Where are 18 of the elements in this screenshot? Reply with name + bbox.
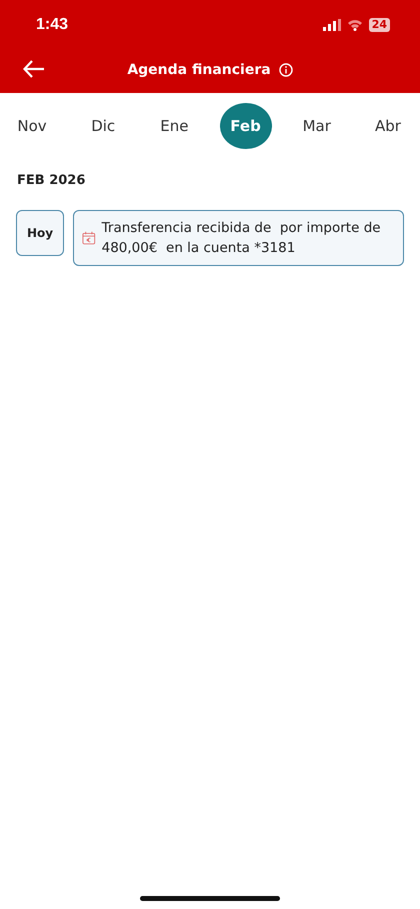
month-tab[interactable]: Mar [290,103,343,149]
signal-icon [322,19,341,31]
back-arrow-icon [23,60,45,78]
battery-level: 24 [368,18,390,32]
wifi-icon [346,19,363,31]
status-time: 1:43 [36,16,68,34]
screen-title: Agenda financiera [127,62,271,78]
day-label: Hoy [16,210,64,256]
event-card[interactable]: Transferencia recibida de por importe de 480,00€ en la cuenta *3181 [73,210,404,266]
month-tab[interactable]: Abr [362,103,414,149]
month-tab[interactable]: Ene [148,103,200,149]
month-tab[interactable]: Feb [220,103,272,149]
month-tab[interactable]: Nov [6,103,58,149]
section-heading: FEB 2026 [17,173,86,188]
back-button[interactable] [21,58,47,80]
month-tab[interactable]: Dic [77,103,130,149]
info-icon[interactable] [278,63,293,77]
event-text: Transferencia recibida de por importe de 480,00€ en la cuenta *3181 [102,219,382,258]
